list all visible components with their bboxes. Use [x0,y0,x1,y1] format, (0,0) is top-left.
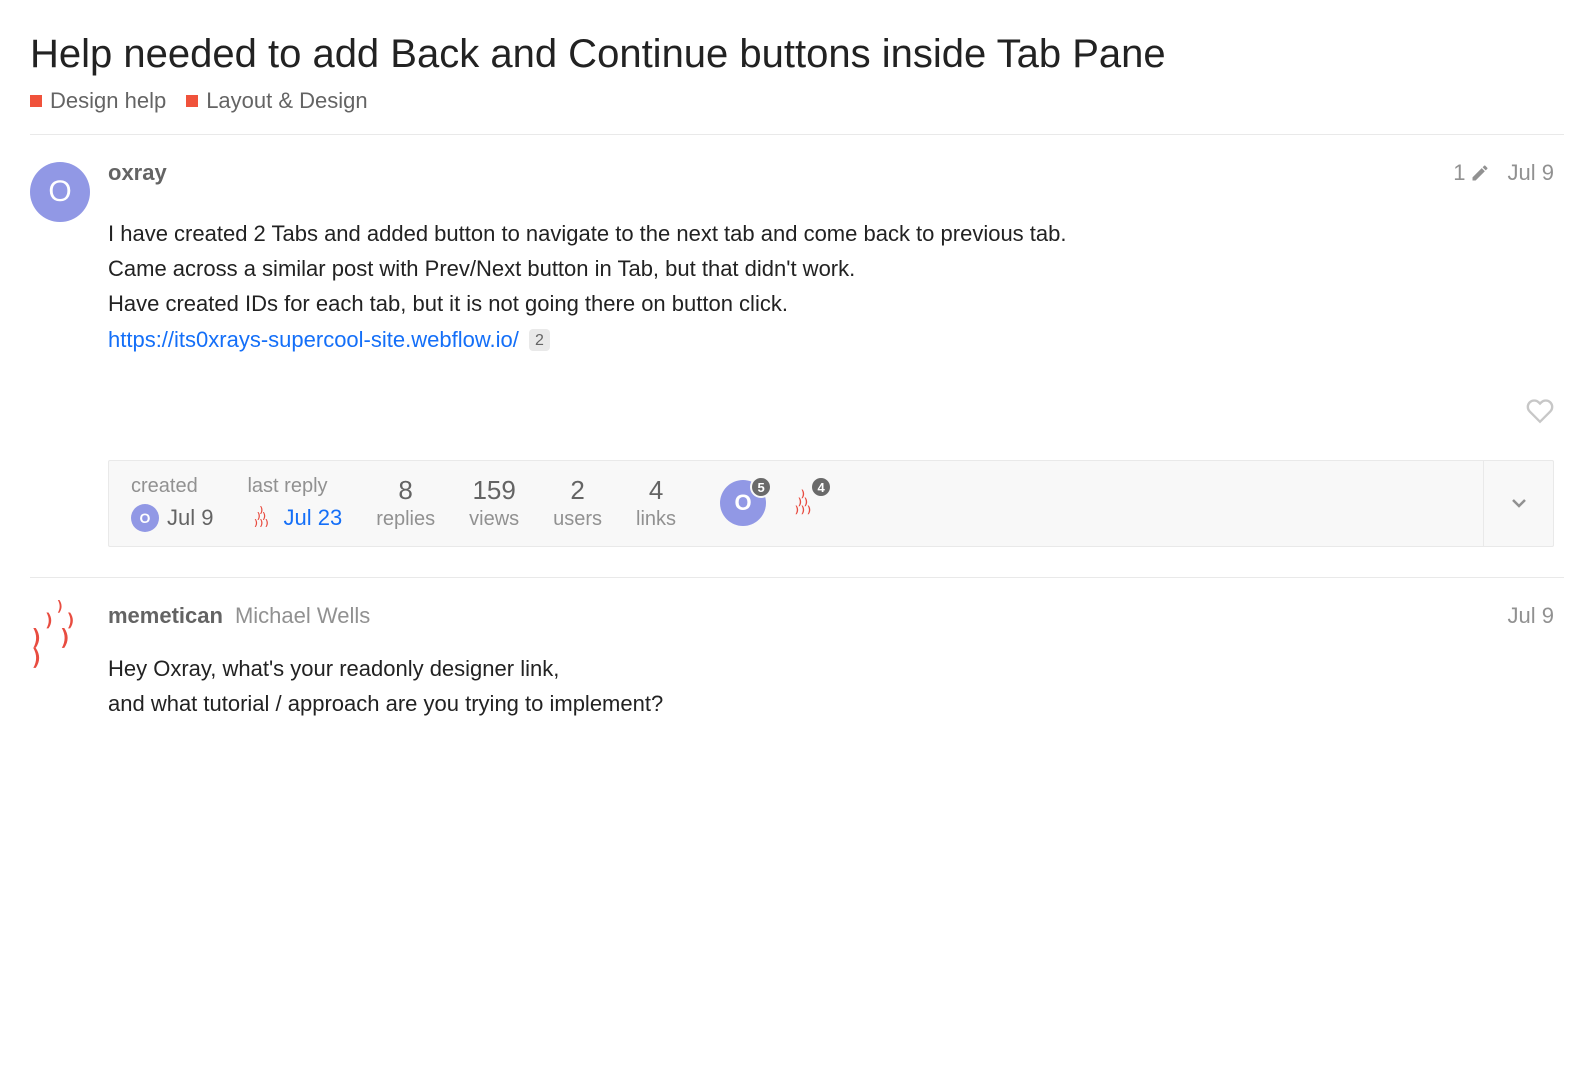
link-click-count: 2 [529,329,550,351]
post-actions [108,357,1554,460]
last-reply-section[interactable]: last reply )))))) Jul 23 [247,475,342,532]
category-label: Layout & Design [206,88,367,114]
stat-label: replies [376,508,435,531]
stat-users: 2 users [553,475,602,531]
post-header: memetican Michael Wells Jul 9 [108,603,1554,629]
category-label: Design help [50,88,166,114]
expand-map-button[interactable] [1483,461,1553,546]
avatar[interactable]: ) ) ) ) ) ) [30,605,90,665]
participant-post-count: 4 [810,476,832,498]
edit-indicator[interactable]: 1 [1453,160,1489,186]
created-date: Jul 9 [167,505,213,531]
stat-value: 4 [636,475,676,506]
created-section: created O Jul 9 [131,475,213,532]
like-button[interactable] [1526,397,1554,430]
edit-count: 1 [1453,160,1465,186]
creator-avatar[interactable]: O [131,504,159,532]
last-replier-avatar: )))))) [247,504,275,532]
stat-label: links [636,508,676,531]
last-reply-date: Jul 23 [283,505,342,531]
post-line: Hey Oxray, what's your readonly designer… [108,651,1554,686]
post-line: and what tutorial / approach are you try… [108,686,1554,721]
participant[interactable]: O 5 [720,480,766,526]
stat-label: views [469,508,519,531]
post-line: Came across a similar post with Prev/Nex… [108,251,1554,286]
pencil-icon [1470,163,1490,183]
post-header: oxray 1 Jul 9 [108,160,1554,186]
username[interactable]: oxray [108,160,167,186]
username[interactable]: memetican [108,603,223,629]
stat-value: 159 [469,475,519,506]
post-content: I have created 2 Tabs and added button t… [108,216,1554,357]
avatar-initial: O [140,510,151,526]
stat-value: 8 [376,475,435,506]
post-date[interactable]: Jul 9 [1508,160,1554,186]
post: O oxray 1 Jul 9 I have created 2 Tabs an… [30,135,1564,578]
category-badge-icon [30,95,42,107]
post-link[interactable]: https://its0xrays-supercool-site.webflow… [108,327,519,352]
avatar-initial: O [48,175,71,209]
stat-views: 159 views [469,475,519,531]
avatar-initial: O [735,490,752,516]
post-content: Hey Oxray, what's your readonly designer… [108,651,1554,721]
post-line: I have created 2 Tabs and added button t… [108,216,1554,251]
category-design-help[interactable]: Design help [30,88,166,114]
chevron-down-icon [1507,491,1531,515]
stat-label: users [553,508,602,531]
heart-icon [1526,397,1554,425]
created-label: created [131,475,213,498]
participants: O 5 )))))) 4 [720,480,826,526]
category-badge-icon [186,95,198,107]
topic-map: created O Jul 9 last reply )))))) [108,460,1554,547]
last-reply-label: last reply [247,475,342,498]
participant-post-count: 5 [750,476,772,498]
avatar[interactable]: O [30,162,90,222]
topic-title: Help needed to add Back and Continue but… [30,30,1564,78]
post-line: Have created IDs for each tab, but it is… [108,286,1554,321]
stat-links: 4 links [636,475,676,531]
post: ) ) ) ) ) ) memetican Michael Wells Jul … [30,578,1564,721]
category-list: Design help Layout & Design [30,88,1564,114]
user-fullname: Michael Wells [235,603,370,629]
stat-replies: 8 replies [376,475,435,531]
category-layout-design[interactable]: Layout & Design [186,88,367,114]
post-date[interactable]: Jul 9 [1508,603,1554,629]
participant[interactable]: )))))) 4 [780,480,826,526]
stat-value: 2 [553,475,602,506]
